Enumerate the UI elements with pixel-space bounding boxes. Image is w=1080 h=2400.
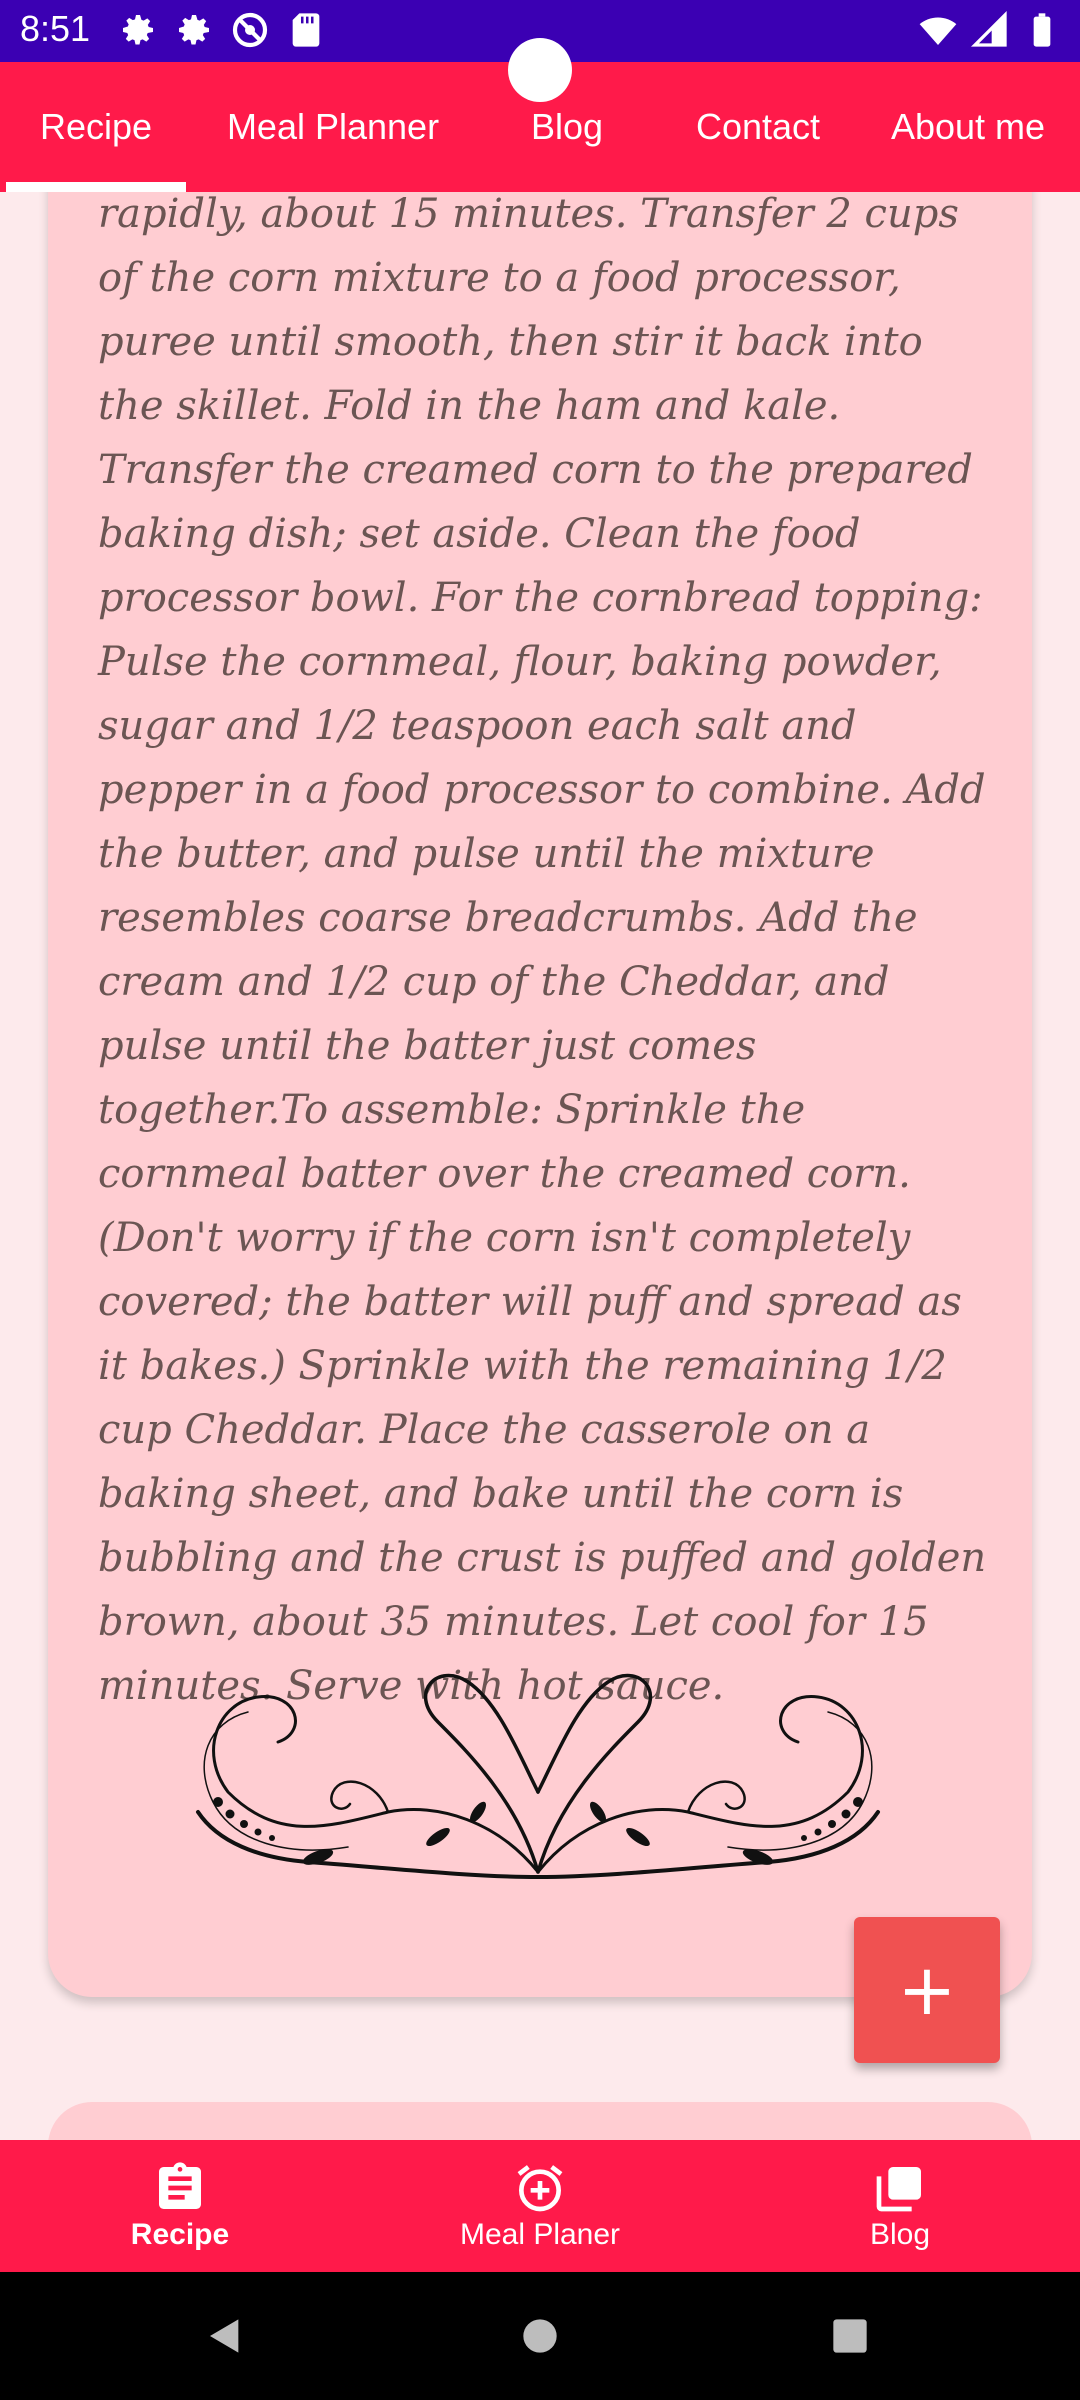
camera-cutout <box>508 38 572 102</box>
tab-indicator <box>6 182 186 192</box>
tab-label: About me <box>890 106 1046 147</box>
bottom-navigation: Recipe Meal Planer Blog <box>0 2140 1080 2272</box>
settings-icon <box>179 15 209 45</box>
home-icon[interactable] <box>520 2316 560 2356</box>
bottom-nav-label: Recipe <box>130 2218 230 2251</box>
alarm-add-icon <box>517 2165 563 2212</box>
tab-contact[interactable]: Contact <box>660 62 856 192</box>
bottom-nav-label: Blog <box>869 2218 931 2251</box>
wifi-icon <box>919 17 957 45</box>
battery-icon <box>1033 13 1051 47</box>
recipe-scroll-area[interactable]: rapidly, about 15 minutes. Transfer 2 cu… <box>0 192 1080 2140</box>
add-button[interactable]: + <box>854 1917 1000 2063</box>
next-recipe-card[interactable] <box>48 2102 1032 2140</box>
status-time: 8:51 <box>20 8 91 49</box>
plus-icon: + <box>897 1949 957 2031</box>
do-not-disturb-icon <box>232 12 268 48</box>
tab-meal-planner[interactable]: Meal Planner <box>192 62 474 192</box>
signal-icon <box>970 10 1007 47</box>
sd-card-icon <box>292 13 320 47</box>
tab-recipe[interactable]: Recipe <box>0 62 192 192</box>
recents-icon[interactable] <box>830 2316 870 2356</box>
clipboard-icon <box>159 2162 201 2209</box>
system-navigation-bar <box>0 2272 1080 2400</box>
library-icon <box>876 2167 921 2212</box>
tab-label: Meal Planner <box>226 106 440 147</box>
recipe-card: rapidly, about 15 minutes. Transfer 2 cu… <box>48 192 1032 1997</box>
tab-label: Contact <box>695 106 821 147</box>
bottom-nav-meal-planer[interactable]: Meal Planer <box>360 2140 720 2272</box>
back-icon[interactable] <box>205 2316 245 2356</box>
flourish-ornament-icon <box>196 1673 880 1879</box>
bottom-nav-recipe[interactable]: Recipe <box>0 2140 360 2272</box>
settings-icon <box>123 15 153 45</box>
tab-about-me[interactable]: About me <box>856 62 1080 192</box>
recipe-instructions: rapidly, about 15 minutes. Transfer 2 cu… <box>98 192 987 1709</box>
tab-label: Blog <box>530 106 604 147</box>
tab-label: Recipe <box>39 106 153 147</box>
bottom-nav-label: Meal Planer <box>459 2218 621 2251</box>
bottom-nav-blog[interactable]: Blog <box>720 2140 1080 2272</box>
